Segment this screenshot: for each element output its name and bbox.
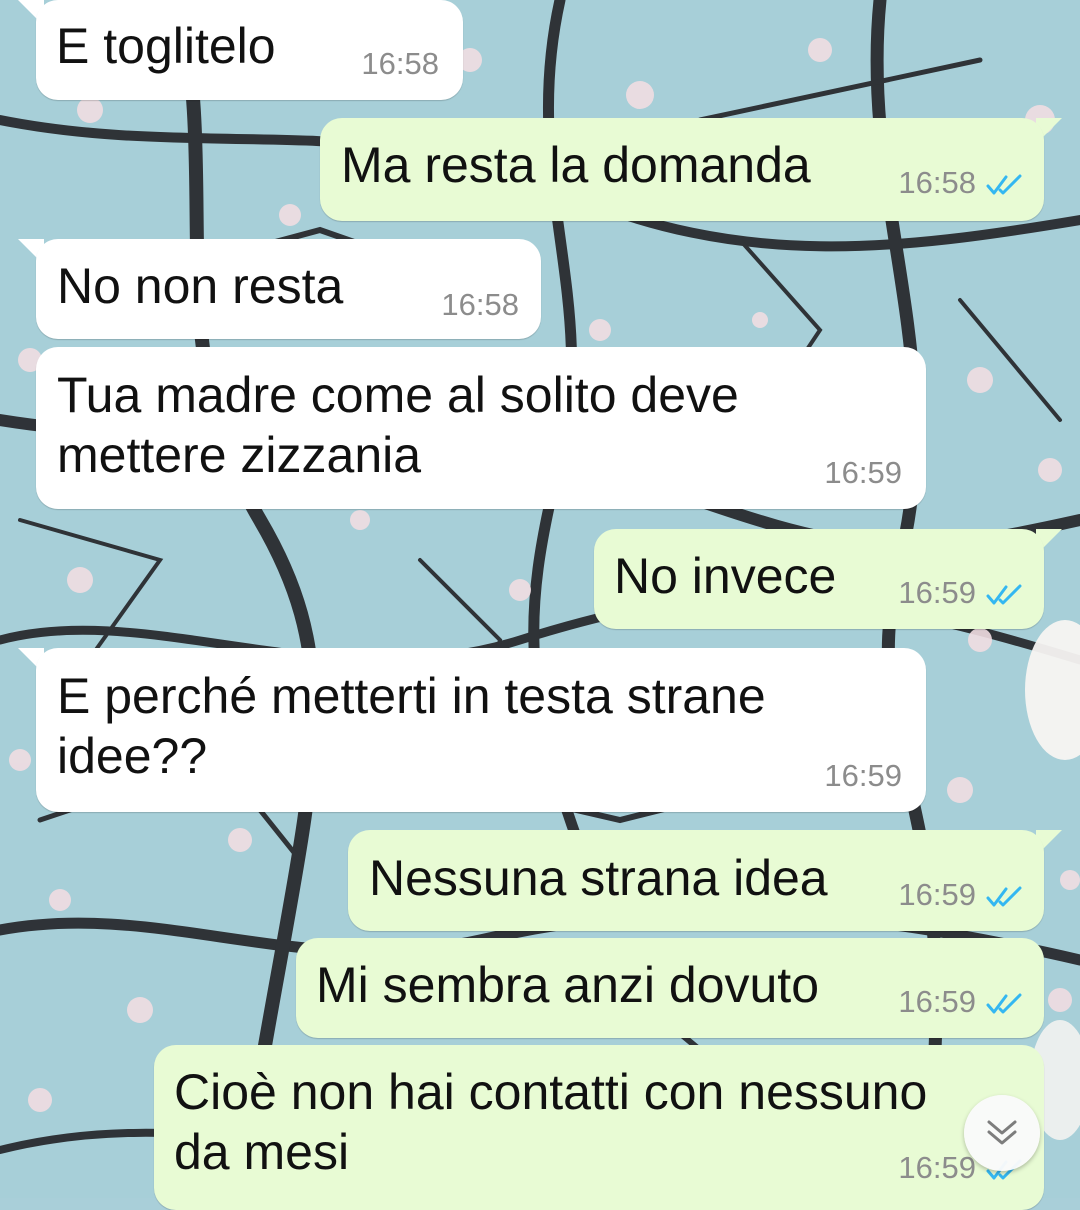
message-text: Tua madre come al solito deve: [57, 367, 739, 423]
message-time: 16:59: [898, 575, 976, 610]
message-text: Mi sembra anzi dovuto: [316, 957, 820, 1013]
message-bubble-incoming[interactable]: E perché metterti in testa strane idee??…: [36, 648, 926, 812]
scroll-to-bottom-button[interactable]: [964, 1095, 1040, 1171]
message-time: 16:59: [824, 758, 902, 793]
message-text: Nessuna strana idea: [369, 850, 828, 906]
message-text: No non resta: [57, 258, 344, 314]
message-text: No invece: [614, 548, 837, 604]
message-time: 16:59: [824, 455, 902, 490]
message-time: 16:58: [441, 287, 519, 322]
message-time: 16:59: [898, 877, 976, 912]
message-bubble-outgoing[interactable]: Nessuna strana idea 16:59: [348, 830, 1044, 931]
double-check-icon: [986, 584, 1022, 605]
double-check-icon: [986, 993, 1022, 1014]
message-bubble-incoming[interactable]: Tua madre come al solito deve mettere zi…: [36, 347, 926, 509]
message-time: 16:59: [898, 1150, 976, 1185]
message-text: Ma resta la domanda: [341, 137, 811, 193]
message-time: 16:58: [898, 165, 976, 200]
message-text: mettere zizzania: [57, 427, 422, 483]
message-bubble-incoming[interactable]: E toglitelo 16:58: [36, 0, 463, 100]
message-bubble-incoming[interactable]: No non resta 16:58: [36, 239, 541, 339]
message-bubble-outgoing[interactable]: Cioè non hai contatti con nessuno da mes…: [154, 1045, 1044, 1210]
double-check-icon: [986, 886, 1022, 907]
message-text: da mesi: [174, 1124, 350, 1180]
message-bubble-outgoing[interactable]: Mi sembra anzi dovuto 16:59: [296, 938, 1044, 1038]
message-time: 16:58: [361, 46, 439, 81]
message-text: Cioè non hai contatti con nessuno: [174, 1064, 928, 1120]
message-time: 16:59: [898, 984, 976, 1019]
message-bubble-outgoing[interactable]: No invece 16:59: [594, 529, 1044, 629]
message-text: E toglitelo: [56, 18, 276, 74]
double-check-icon: [986, 174, 1022, 195]
message-text: E perché metterti in testa strane: [57, 668, 766, 724]
message-bubble-outgoing[interactable]: Ma resta la domanda 16:58: [320, 118, 1044, 221]
chevron-double-down-icon: [987, 1120, 1017, 1145]
message-text: idee??: [57, 728, 208, 784]
